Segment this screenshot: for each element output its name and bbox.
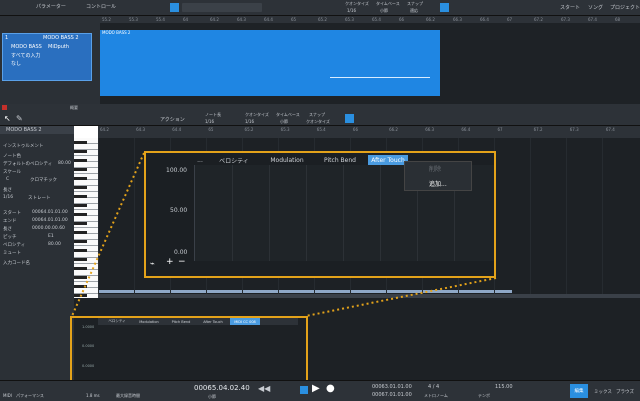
rewind-button[interactable]: ◀◀ <box>258 384 270 393</box>
tempo-label: テンポ <box>478 393 490 398</box>
mix-view-tab[interactable]: ミックス <box>594 389 612 395</box>
edit-view-tab[interactable]: 編集 <box>570 384 588 398</box>
loop-left[interactable]: 00063.01.01.00 <box>372 384 412 390</box>
transport-bar: MIDI パフォーマンス 1.8 ms 最大録音時間 00065.04.02.4… <box>0 380 640 401</box>
loop-button[interactable] <box>300 386 308 394</box>
record-button[interactable]: ● <box>326 383 335 394</box>
play-button[interactable]: ▶ <box>312 383 320 394</box>
record-time-label: 最大録音時間 <box>116 393 140 398</box>
edit-tab-label: 編集 <box>574 389 584 394</box>
midi-label: MIDI <box>3 393 12 398</box>
time-signature[interactable]: 4 / 4 <box>428 384 439 390</box>
performance-label: パフォーマンス <box>16 393 44 398</box>
tempo-value[interactable]: 115.00 <box>495 384 513 390</box>
position-unit: 小節 <box>208 394 216 399</box>
position-time[interactable]: 00065.04.02.40 <box>194 384 250 392</box>
latency-value: 1.8 ms <box>86 393 100 398</box>
zoom-connector-lines <box>71 152 497 317</box>
browse-view-tab[interactable]: ブラウズ <box>616 389 634 395</box>
metronome-label[interactable]: メトロノーム <box>424 393 448 399</box>
loop-right[interactable]: 00067.01.01.00 <box>372 392 412 398</box>
